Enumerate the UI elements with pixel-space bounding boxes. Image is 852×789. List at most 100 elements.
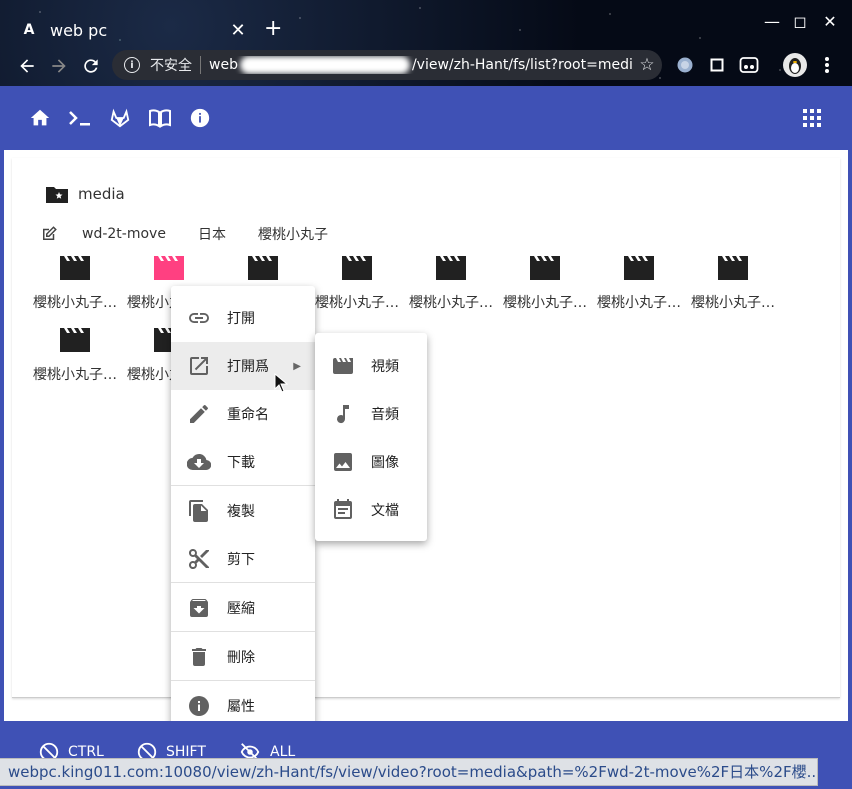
menu-item-download[interactable]: 下載 bbox=[171, 438, 315, 486]
menu-label: 壓縮 bbox=[227, 601, 255, 617]
menu-item-open-as[interactable]: 打開爲 ▶ bbox=[171, 342, 315, 390]
menu-item-copy[interactable]: 複製 bbox=[171, 487, 315, 535]
menu-label: 屬性 bbox=[227, 699, 255, 715]
url-text: web/view/zh-Hant/fs/list?root=media&... bbox=[209, 56, 632, 74]
extension-square-icon[interactable] bbox=[706, 54, 728, 76]
reload-button[interactable] bbox=[78, 53, 104, 79]
submenu-label: 視頻 bbox=[371, 359, 399, 375]
menu-divider bbox=[171, 631, 315, 632]
forward-button[interactable] bbox=[46, 53, 72, 79]
context-menu: 打開 打開爲 ▶ 重命名 下載 複製 剪下 壓縮 刪除 屬性 bbox=[171, 286, 315, 736]
movie-file-icon bbox=[248, 256, 278, 280]
gitlab-icon[interactable] bbox=[108, 106, 132, 130]
edit-path-icon[interactable] bbox=[40, 225, 58, 243]
file-item[interactable]: 櫻桃小丸子… bbox=[498, 254, 592, 312]
new-tab-button[interactable]: + bbox=[264, 18, 282, 40]
menu-item-compress[interactable]: 壓縮 bbox=[171, 584, 315, 632]
link-status-bar: webpc.king011.com:10080/view/zh-Hant/fs/… bbox=[0, 758, 818, 786]
movie-file-icon bbox=[436, 256, 466, 280]
submenu-arrow-icon: ▶ bbox=[293, 360, 301, 372]
file-item[interactable]: 櫻桃小丸子… bbox=[28, 254, 122, 312]
omnibox-divider bbox=[200, 56, 201, 74]
menu-label: 打開爲 bbox=[227, 359, 269, 375]
url-prefix: web bbox=[209, 57, 238, 73]
submenu-item-document[interactable]: 文檔 bbox=[315, 486, 427, 534]
folder-star-icon bbox=[46, 187, 68, 203]
root-breadcrumb[interactable]: media bbox=[46, 185, 125, 203]
file-item[interactable]: 櫻桃小丸子… bbox=[28, 326, 122, 384]
movie-file-icon bbox=[342, 256, 372, 280]
movie-file-icon bbox=[60, 328, 90, 352]
file-item[interactable]: 櫻桃小丸子… bbox=[310, 254, 404, 312]
maximize-button[interactable]: ◻ bbox=[788, 12, 812, 31]
movie-icon bbox=[333, 358, 353, 374]
address-bar[interactable]: i 不安全 web/view/zh-Hant/fs/list?root=medi… bbox=[112, 50, 662, 80]
trash-icon bbox=[192, 648, 206, 666]
minimize-button[interactable]: — bbox=[760, 12, 784, 31]
info-icon[interactable] bbox=[188, 106, 212, 130]
cloud-download-icon bbox=[187, 453, 211, 471]
extension-globe-icon[interactable] bbox=[674, 54, 696, 76]
browser-menu-icon[interactable] bbox=[816, 54, 838, 76]
submenu-item-image[interactable]: 圖像 bbox=[315, 438, 427, 486]
file-name: 櫻桃小丸子… bbox=[33, 367, 117, 383]
menu-label: 刪除 bbox=[227, 650, 255, 666]
path-segment[interactable]: wd-2t-move bbox=[82, 226, 166, 242]
apps-grid-icon[interactable] bbox=[800, 106, 824, 130]
menu-divider bbox=[171, 582, 315, 583]
file-name: 櫻桃小丸子… bbox=[315, 295, 399, 311]
music-note-icon bbox=[337, 405, 349, 424]
copy-icon bbox=[189, 500, 208, 522]
browser-tab[interactable]: A web pc ✕ bbox=[10, 14, 250, 46]
tab-title: web pc bbox=[50, 20, 108, 40]
path-segment[interactable]: 櫻桃小丸子 bbox=[258, 224, 328, 244]
profile-avatar[interactable] bbox=[782, 52, 808, 78]
path-segment[interactable]: 日本 bbox=[198, 224, 226, 244]
file-name: 櫻桃小丸子… bbox=[503, 295, 587, 311]
submenu-label: 文檔 bbox=[371, 503, 399, 519]
browser-chrome: A web pc ✕ + — ◻ ✕ i 不安全 web/view/zh-Han… bbox=[0, 0, 852, 86]
info-circle-icon bbox=[189, 696, 209, 716]
menu-item-delete[interactable]: 刪除 bbox=[171, 633, 315, 681]
menu-item-cut[interactable]: 剪下 bbox=[171, 535, 315, 583]
book-icon[interactable] bbox=[148, 106, 172, 130]
menu-divider bbox=[171, 485, 315, 486]
open-in-new-icon bbox=[190, 357, 208, 375]
menu-label: 打開 bbox=[227, 311, 255, 327]
open-as-submenu: 視頻 音頻 圖像 文檔 bbox=[315, 333, 427, 541]
path-breadcrumb: wd-2t-move 日本 櫻桃小丸子 bbox=[40, 224, 360, 244]
file-name: 櫻桃小丸子… bbox=[33, 295, 117, 311]
scissors-icon bbox=[188, 549, 209, 570]
redacted-host bbox=[239, 56, 410, 74]
url-tail: /view/zh-Hant/fs/list?root=media&... bbox=[411, 57, 632, 73]
info-icon[interactable]: i bbox=[124, 57, 140, 73]
menu-item-open[interactable]: 打開 bbox=[171, 294, 315, 342]
submenu-item-video[interactable]: 視頻 bbox=[315, 342, 427, 390]
root-label: media bbox=[78, 185, 125, 203]
menu-item-rename[interactable]: 重命名 bbox=[171, 390, 315, 438]
app-toolbar bbox=[0, 86, 852, 150]
movie-file-icon bbox=[60, 256, 90, 280]
movie-file-icon bbox=[530, 256, 560, 280]
image-icon bbox=[334, 453, 352, 471]
document-icon bbox=[334, 499, 352, 519]
back-button[interactable] bbox=[14, 53, 40, 79]
forward-arrow-icon bbox=[52, 59, 66, 73]
archive-icon bbox=[190, 599, 208, 617]
file-item[interactable]: 櫻桃小丸子… bbox=[592, 254, 686, 312]
terminal-icon[interactable] bbox=[68, 106, 92, 130]
mouse-cursor-icon bbox=[274, 373, 288, 393]
movie-file-icon bbox=[718, 256, 748, 280]
submenu-item-audio[interactable]: 音頻 bbox=[315, 390, 427, 438]
window-close-button[interactable]: ✕ bbox=[818, 12, 842, 31]
tab-favicon-icon: A bbox=[23, 22, 35, 38]
file-item[interactable]: 櫻桃小丸子… bbox=[686, 254, 780, 312]
file-item[interactable]: 櫻桃小丸子… bbox=[404, 254, 498, 312]
link-icon bbox=[189, 313, 209, 323]
pencil-icon bbox=[190, 405, 208, 423]
movie-file-icon bbox=[624, 256, 654, 280]
bookmark-star-icon[interactable]: ☆ bbox=[632, 55, 662, 75]
home-icon[interactable] bbox=[28, 106, 52, 130]
tab-close-icon[interactable]: ✕ bbox=[226, 20, 250, 41]
extension-mask-icon[interactable] bbox=[738, 54, 760, 76]
